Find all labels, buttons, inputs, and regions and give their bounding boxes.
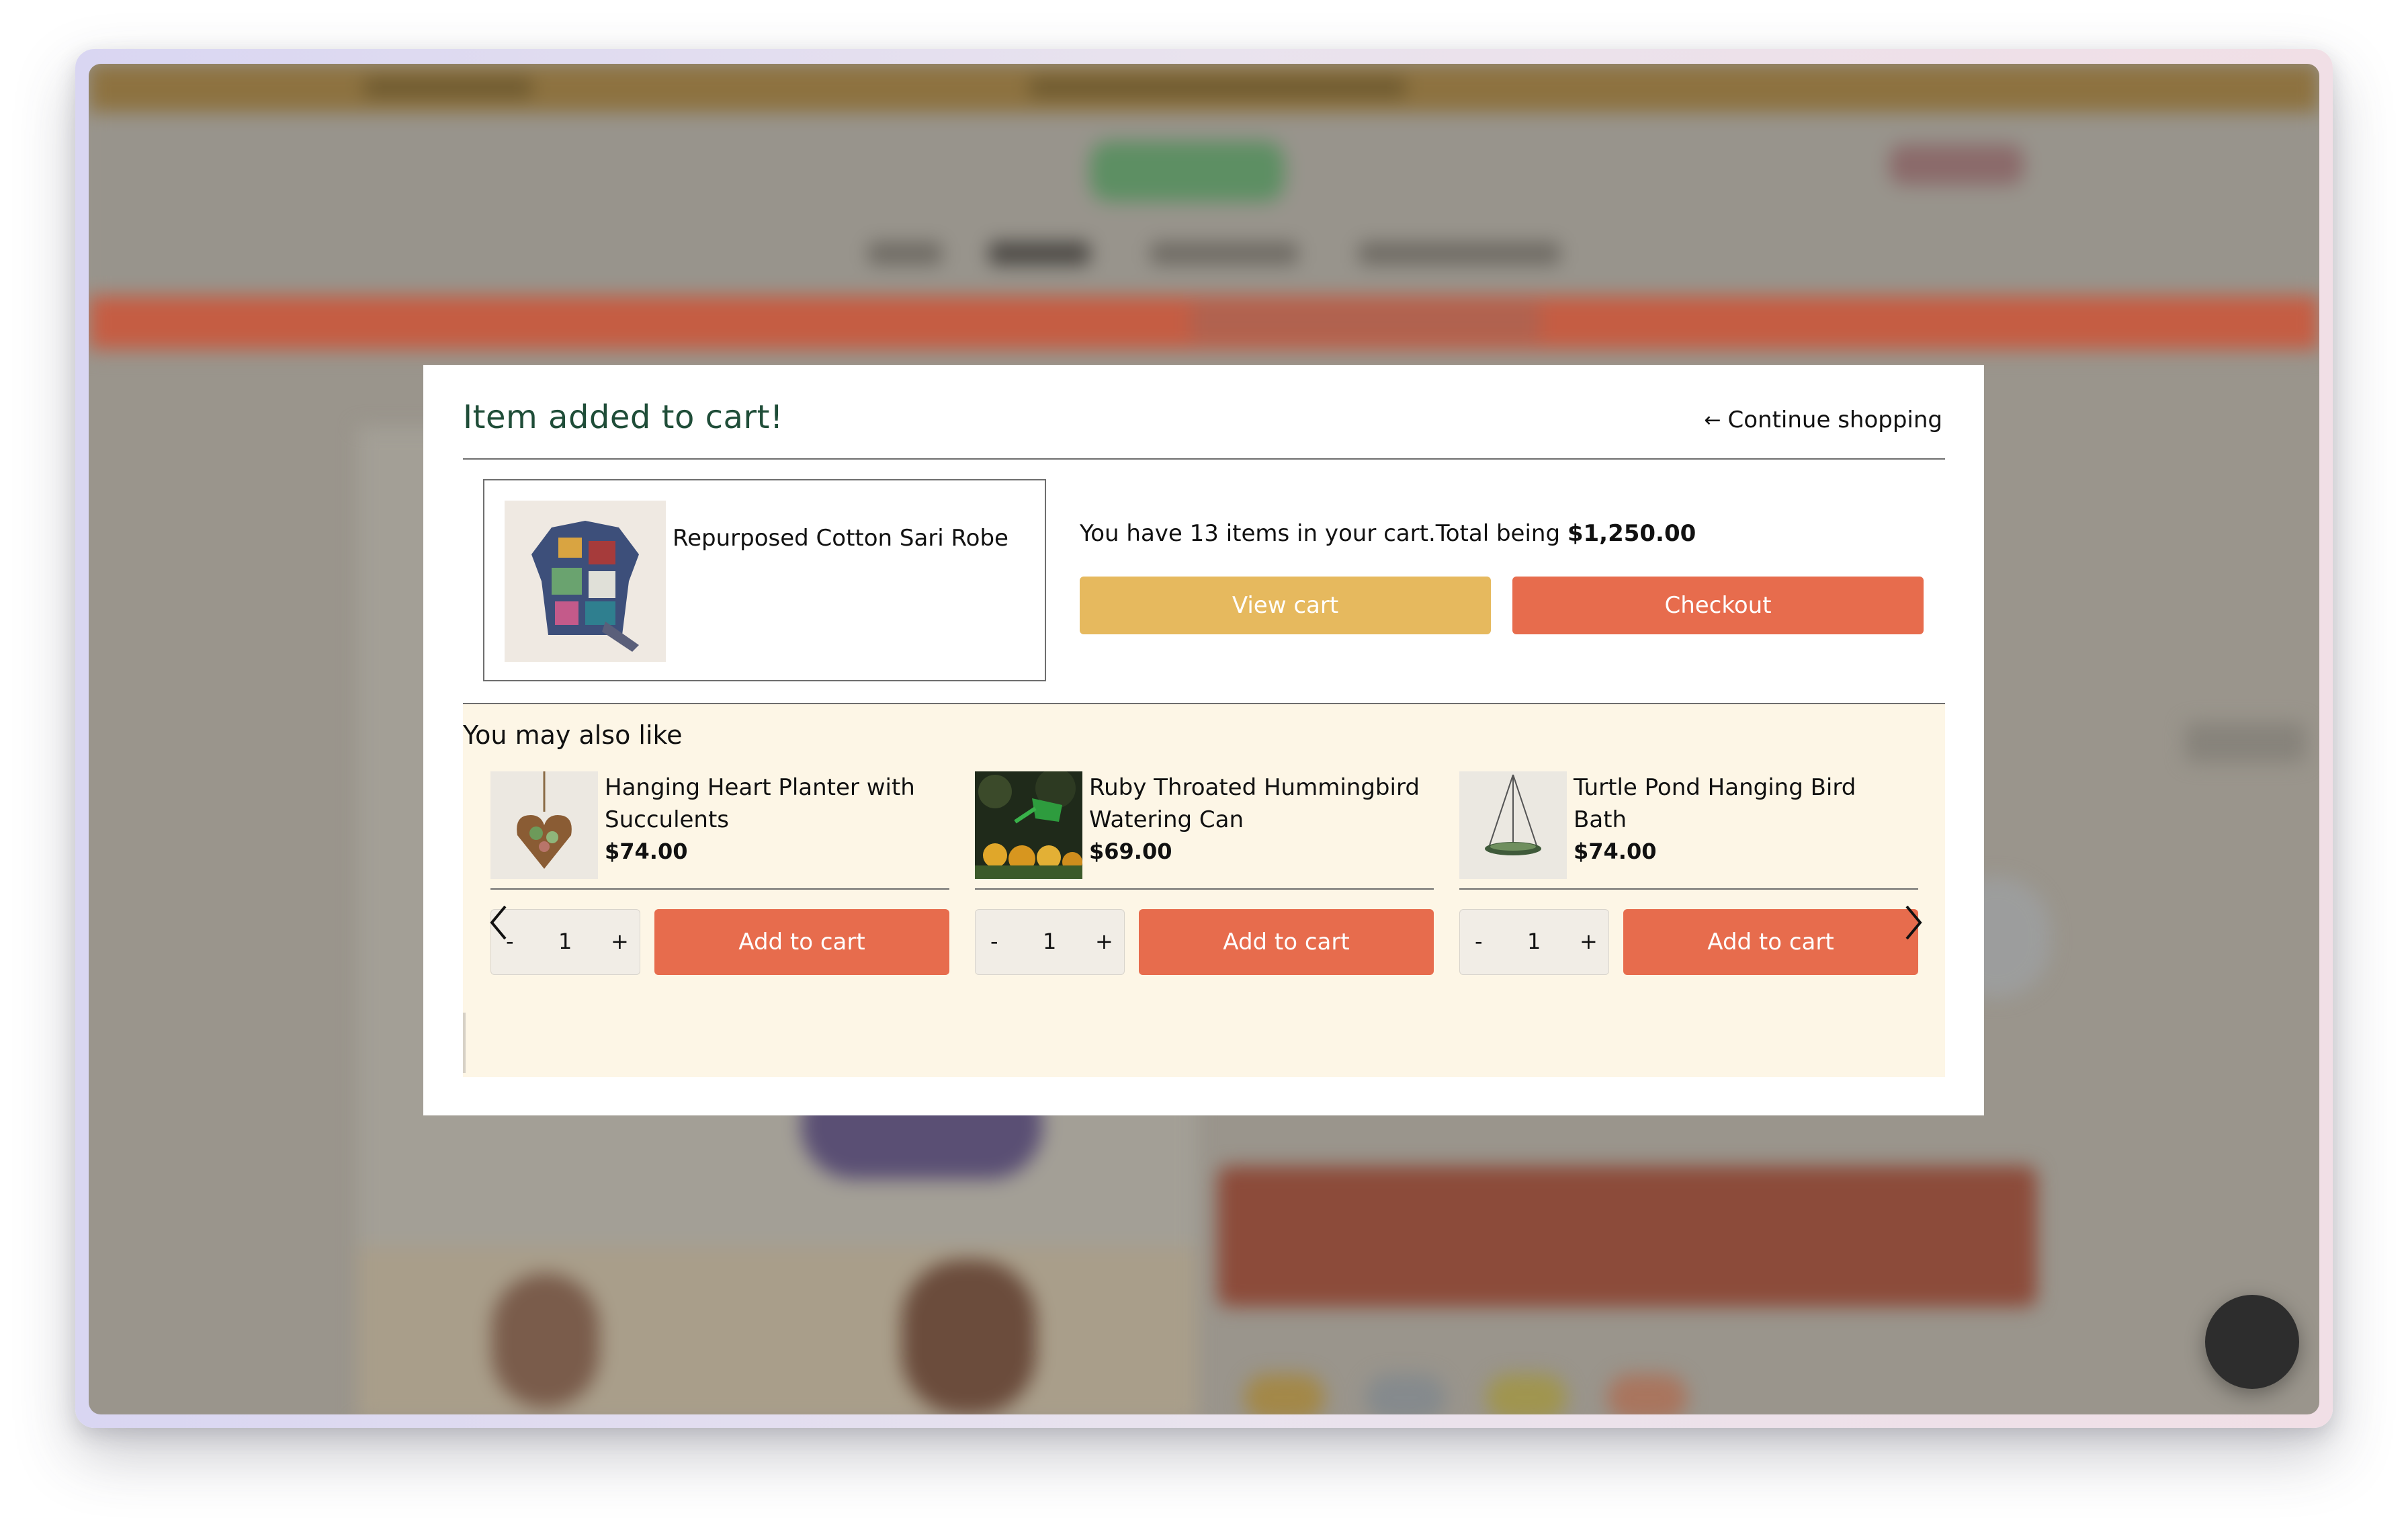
quantity-stepper: - 1 + [490, 909, 640, 975]
quantity-value[interactable]: 1 [1043, 929, 1056, 954]
modal-title: Item added to cart! [463, 398, 783, 436]
recommendation-price: $69.00 [1089, 839, 1172, 864]
chevron-left-icon[interactable] [485, 902, 512, 943]
add-to-cart-background-button [1217, 1166, 2037, 1307]
added-to-cart-modal: Item added to cart! ← Continue shopping … [423, 365, 1984, 1115]
added-item-card: Repurposed Cotton Sari Robe [483, 479, 1046, 681]
recommendation-card: Ruby Throated Hummingbird Watering Can $… [975, 771, 1434, 975]
continue-shopping-link[interactable]: ← Continue shopping [1704, 407, 1942, 433]
announcement-bar [89, 64, 2319, 112]
increase-quantity-button[interactable]: + [1580, 929, 1598, 954]
quantity-value[interactable]: 1 [1527, 929, 1541, 954]
decrease-quantity-button[interactable]: - [1475, 929, 1483, 954]
recommendation-image [1459, 771, 1567, 879]
checkout-button[interactable]: Checkout [1512, 577, 1924, 634]
quantity-stepper: - 1 + [1459, 909, 1609, 975]
view-cart-button[interactable]: View cart [1080, 577, 1491, 634]
cart-total: $1,250.00 [1567, 520, 1696, 547]
quantity-value[interactable]: 1 [558, 929, 572, 954]
add-to-cart-button[interactable]: Add to cart [1623, 909, 1918, 975]
continue-shopping-label: Continue shopping [1727, 407, 1943, 433]
recommendations-section: You may also like Hanging Heart Planter … [463, 703, 1945, 1077]
promo-band [89, 296, 2319, 349]
recommendation-name[interactable]: Hanging Heart Planter with Succulents [605, 771, 947, 836]
recommendation-price: $74.00 [1574, 839, 1657, 864]
account-area [1889, 144, 2024, 185]
chevron-right-icon[interactable] [1900, 902, 1927, 943]
add-to-cart-button[interactable]: Add to cart [654, 909, 949, 975]
recommendation-name[interactable]: Turtle Pond Hanging Bird Bath [1574, 771, 1916, 836]
added-item-name: Repurposed Cotton Sari Robe [673, 525, 1008, 552]
recommendation-card: Hanging Heart Planter with Succulents $7… [490, 771, 949, 975]
modal-header: Item added to cart! ← Continue shopping [463, 365, 1945, 460]
divider [975, 888, 1434, 890]
added-item-image [505, 501, 666, 662]
scroll-edge [463, 1013, 466, 1073]
divider [490, 888, 949, 890]
quantity-stepper: - 1 + [975, 909, 1125, 975]
cart-summary: You have 13 items in your cart.Total bei… [1080, 520, 1696, 547]
cart-summary-text: You have 13 items in your cart.Total bei… [1080, 520, 1567, 547]
product-thumbnails [357, 1246, 1197, 1414]
arrow-left-icon: ← [1704, 408, 1721, 432]
chat-button[interactable] [2205, 1295, 2299, 1389]
divider [1459, 888, 1918, 890]
site-logo [1090, 141, 1285, 202]
recommendation-name[interactable]: Ruby Throated Hummingbird Watering Can [1089, 771, 1432, 836]
recommendations-title: You may also like [463, 720, 683, 750]
recommendation-image [975, 771, 1082, 879]
increase-quantity-button[interactable]: + [1095, 929, 1113, 954]
recommendation-card: Turtle Pond Hanging Bird Bath $74.00 - 1… [1459, 771, 1918, 975]
recommendation-image [490, 771, 598, 879]
increase-quantity-button[interactable]: + [611, 929, 629, 954]
add-to-cart-button[interactable]: Add to cart [1139, 909, 1434, 975]
decrease-quantity-button[interactable]: - [990, 929, 998, 954]
recommendation-price: $74.00 [605, 839, 688, 864]
